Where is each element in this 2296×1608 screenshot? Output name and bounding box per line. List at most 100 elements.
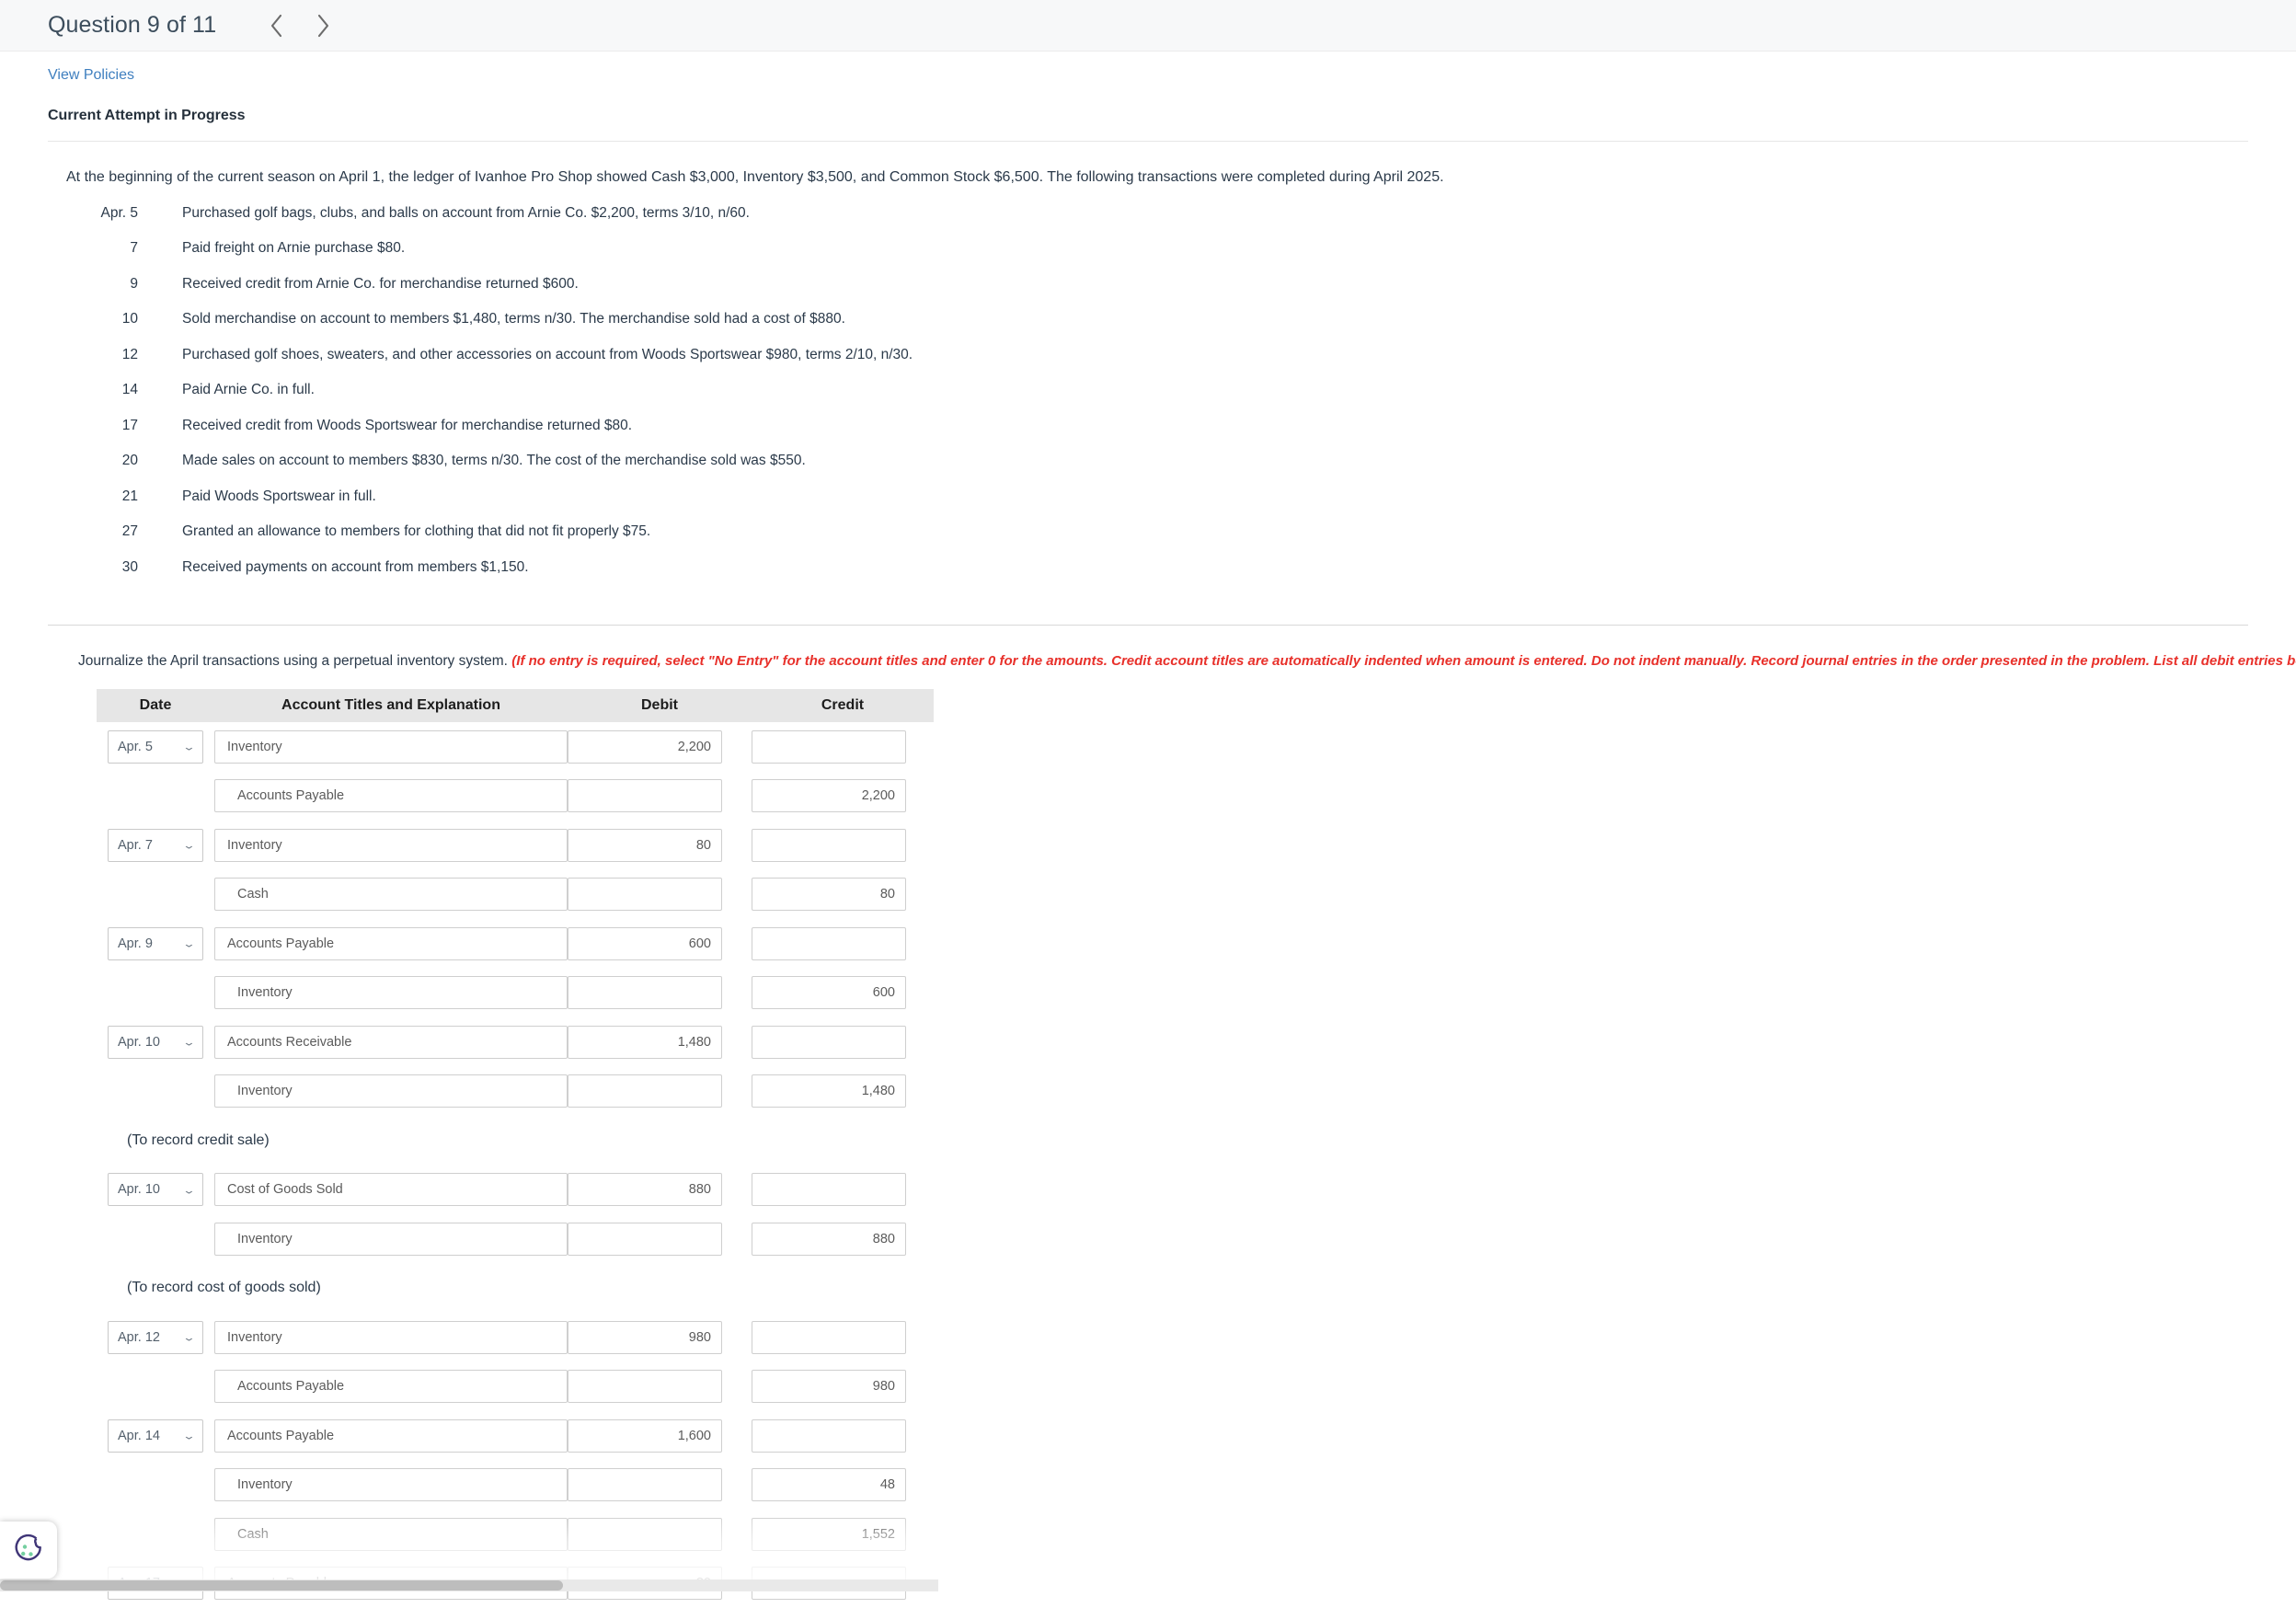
journal-cell-account: Inventory — [214, 821, 568, 870]
debit-amount-input[interactable]: 600 — [568, 926, 722, 960]
journal-cell-debit: 880 — [568, 1166, 752, 1215]
account-title-input[interactable]: Inventory — [214, 1468, 568, 1502]
journal-entry-row: Inventory 1,480 — [97, 1067, 934, 1117]
debit-amount-input[interactable] — [568, 1074, 722, 1108]
account-title-input[interactable]: Accounts Receivable — [214, 1025, 568, 1059]
date-select-value: Apr. 9 — [118, 936, 153, 951]
journal-entry-row: Inventory 600 — [97, 969, 934, 1018]
next-question-button[interactable] — [304, 7, 341, 44]
attempt-status: Current Attempt in Progress — [48, 108, 246, 123]
debit-amount-input[interactable] — [568, 779, 722, 813]
transaction-row: Apr. 5 Purchased golf bags, clubs, and ba… — [75, 204, 2248, 240]
transaction-row: 12 Purchased golf shoes, sweaters, and ot… — [75, 346, 2248, 382]
debit-amount-input[interactable] — [568, 1517, 722, 1551]
account-title-input[interactable]: Cash — [214, 878, 568, 912]
chevron-right-icon — [318, 14, 329, 37]
credit-amount-input[interactable] — [752, 1173, 906, 1207]
credit-amount-input[interactable]: 980 — [752, 1370, 906, 1404]
debit-amount-input[interactable]: 80 — [568, 828, 722, 862]
debit-amount-input[interactable]: 880 — [568, 1173, 722, 1207]
account-title-input[interactable]: Accounts Payable — [214, 1370, 568, 1404]
date-select[interactable]: Apr. 14 ⌄ — [108, 1418, 203, 1453]
journal-cell-debit — [568, 772, 752, 821]
date-select[interactable]: Apr. 5 ⌄ — [108, 729, 203, 764]
transaction-row: 9 Received credit from Arnie Co. for merc… — [75, 275, 2248, 311]
credit-amount-input[interactable] — [752, 1418, 906, 1453]
journal-cell-date: Apr. 9 ⌄ — [97, 919, 214, 969]
debit-amount-input[interactable] — [568, 976, 722, 1010]
problem-intro: At the beginning of the current season o… — [66, 169, 1444, 185]
journal-table-body: Apr. 5 ⌄ Inventory 2,200 Accounts Payable 2,2… — [97, 722, 934, 1608]
journal-entry-row: Apr. 10 ⌄ Accounts Receivable 1,480 — [97, 1017, 934, 1067]
credit-amount-input[interactable]: 2,200 — [752, 779, 906, 813]
account-title-input[interactable]: Accounts Payable — [214, 1418, 568, 1453]
debit-amount-input[interactable] — [568, 1222, 722, 1256]
previous-question-button[interactable] — [258, 7, 295, 44]
view-policies-link[interactable]: View Policies — [48, 52, 134, 84]
credit-amount-input[interactable]: 600 — [752, 976, 906, 1010]
journal-memo-text: (To record credit sale) — [127, 1131, 270, 1148]
journal-cell-account: Cash — [214, 870, 568, 920]
journal-entry-table: Date Account Titles and Explanation Debi… — [97, 689, 934, 1608]
journal-entry-row: Apr. 5 ⌄ Inventory 2,200 — [97, 722, 934, 772]
journal-cell-date — [97, 772, 214, 821]
journal-cell-date — [97, 1214, 214, 1264]
credit-amount-input[interactable] — [752, 729, 906, 764]
debit-amount-input[interactable]: 2,200 — [568, 729, 722, 764]
journal-cell-date — [97, 1067, 214, 1117]
credit-amount-input[interactable] — [752, 828, 906, 862]
account-title-input[interactable]: Inventory — [214, 1074, 568, 1108]
journal-entry-row: Apr. 7 ⌄ Inventory 80 — [97, 821, 934, 870]
account-title-input[interactable]: Inventory — [214, 828, 568, 862]
credit-amount-input[interactable]: 880 — [752, 1222, 906, 1256]
credit-amount-input[interactable] — [752, 1025, 906, 1059]
journal-cell-debit — [568, 1461, 752, 1510]
journal-cell-credit — [752, 1166, 934, 1215]
date-select-value: Apr. 10 — [118, 1182, 160, 1198]
journal-memo-row: (To record cost of goods sold) — [97, 1264, 934, 1314]
journal-cell-credit — [752, 919, 934, 969]
journal-cell-date — [97, 1461, 214, 1510]
debit-amount-input[interactable]: 1,600 — [568, 1418, 722, 1453]
account-title-input[interactable]: Accounts Payable — [214, 926, 568, 960]
credit-amount-input[interactable] — [752, 1320, 906, 1354]
horizontal-scrollbar[interactable] — [0, 1579, 938, 1591]
journal-cell-debit — [568, 1067, 752, 1117]
debit-amount-input[interactable] — [568, 878, 722, 912]
journal-cell-credit: 1,552 — [752, 1510, 934, 1559]
debit-amount-input[interactable]: 1,480 — [568, 1025, 722, 1059]
transaction-date: Apr. 5 — [100, 204, 139, 221]
date-select[interactable]: Apr. 12 ⌄ — [108, 1320, 203, 1354]
account-title-input[interactable]: Inventory — [214, 1320, 568, 1354]
journal-entry-row: Apr. 9 ⌄ Accounts Payable 600 — [97, 919, 934, 969]
journal-cell-credit — [752, 1017, 934, 1067]
credit-amount-input[interactable] — [752, 926, 906, 960]
journal-entry-row: Accounts Payable 980 — [97, 1362, 934, 1412]
account-title-input[interactable]: Cost of Goods Sold — [214, 1173, 568, 1207]
date-select[interactable]: Apr. 9 ⌄ — [108, 926, 203, 960]
date-select-value: Apr. 14 — [118, 1428, 160, 1443]
debit-amount-input[interactable]: 980 — [568, 1320, 722, 1354]
scrollbar-thumb[interactable] — [0, 1580, 563, 1591]
journal-cell-account: Accounts Payable — [214, 1362, 568, 1412]
date-select[interactable]: Apr. 7 ⌄ — [108, 828, 203, 862]
credit-amount-input[interactable]: 1,480 — [752, 1074, 906, 1108]
credit-amount-input[interactable]: 1,552 — [752, 1517, 906, 1551]
journal-cell-date: Apr. 10 ⌄ — [97, 1166, 214, 1215]
account-title-input[interactable]: Inventory — [214, 729, 568, 764]
account-title-input[interactable]: Inventory — [214, 976, 568, 1010]
transaction-description: Sold merchandise on account to members $… — [182, 311, 845, 327]
account-title-input[interactable]: Cash — [214, 1517, 568, 1551]
account-title-input[interactable]: Accounts Payable — [214, 779, 568, 813]
cookie-consent-button[interactable] — [0, 1522, 57, 1579]
date-select[interactable]: Apr. 10 ⌄ — [108, 1025, 203, 1059]
debit-amount-input[interactable] — [568, 1468, 722, 1502]
account-title-input[interactable]: Inventory — [214, 1222, 568, 1256]
journal-cell-credit: 880 — [752, 1214, 934, 1264]
debit-amount-input[interactable] — [568, 1370, 722, 1404]
date-select[interactable]: Apr. 10 ⌄ — [108, 1173, 203, 1207]
credit-amount-input[interactable]: 80 — [752, 878, 906, 912]
credit-amount-input[interactable]: 48 — [752, 1468, 906, 1502]
transaction-description: Received credit from Arnie Co. for merch… — [182, 275, 579, 292]
journal-cell-account: Cash — [214, 1510, 568, 1559]
